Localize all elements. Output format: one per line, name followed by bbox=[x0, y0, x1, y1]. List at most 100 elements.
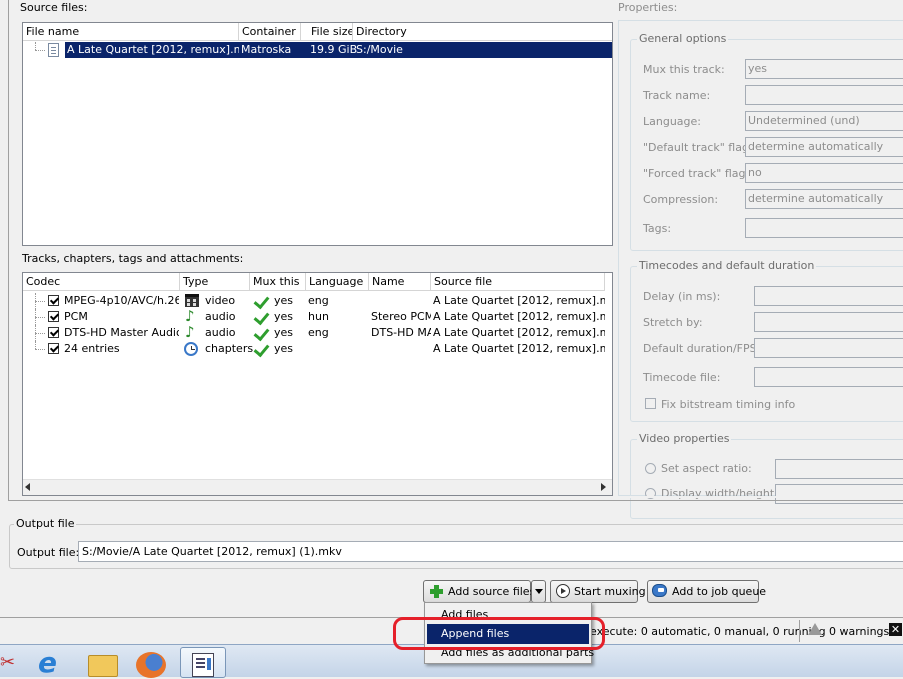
col-container[interactable]: Container bbox=[239, 23, 301, 41]
track-mux: yes bbox=[274, 294, 294, 307]
warning-icon[interactable] bbox=[808, 623, 822, 635]
mkvmerge-taskbar-button[interactable] bbox=[180, 647, 226, 678]
video-properties-group: Video properties bbox=[630, 432, 903, 519]
window-icon bbox=[192, 653, 214, 677]
tags-input[interactable] bbox=[745, 218, 903, 238]
fix-bitstream-checkbox[interactable] bbox=[645, 398, 656, 409]
tracks-horizontal-scrollbar[interactable] bbox=[23, 479, 612, 495]
tracks-list[interactable]: Codec Type Mux this Language Name Source… bbox=[22, 272, 613, 496]
track-checkbox[interactable] bbox=[48, 295, 59, 306]
source-files-list[interactable]: File name Container File size Directory … bbox=[22, 22, 613, 246]
display-size-input[interactable] bbox=[775, 484, 903, 504]
firefox-icon[interactable] bbox=[136, 652, 166, 678]
track-name-label: Track name: bbox=[643, 89, 711, 102]
compression-label: Compression: bbox=[643, 193, 719, 206]
track-row[interactable]: 24 entries chapters yes A Late Quartet [… bbox=[23, 340, 612, 358]
chevron-down-icon bbox=[535, 589, 543, 594]
track-checkbox[interactable] bbox=[48, 311, 59, 322]
track-checkbox[interactable] bbox=[48, 327, 59, 338]
aspect-ratio-input[interactable] bbox=[775, 459, 903, 479]
track-language: eng bbox=[308, 326, 329, 339]
track-mux: yes bbox=[274, 310, 294, 323]
track-language: eng bbox=[308, 294, 329, 307]
plus-icon bbox=[430, 585, 443, 598]
forced-track-flag-label: "Forced track" flag: bbox=[643, 167, 750, 180]
track-row[interactable]: PCM ♪ audio yes hun Stereo PCM A Late Qu… bbox=[23, 308, 612, 326]
compression-select[interactable]: determine automatically bbox=[745, 189, 903, 209]
track-name bbox=[371, 341, 431, 357]
folder-icon[interactable] bbox=[88, 655, 118, 677]
track-name bbox=[371, 293, 431, 309]
col-name[interactable]: Name bbox=[369, 273, 431, 291]
add-source-dropdown-button[interactable] bbox=[531, 580, 546, 603]
stretch-by-label: Stretch by: bbox=[643, 316, 703, 329]
tracks-label: Tracks, chapters, tags and attachments: bbox=[22, 252, 244, 265]
scroll-right-icon[interactable] bbox=[601, 483, 606, 491]
col-file-name[interactable]: File name bbox=[23, 23, 239, 41]
col-language[interactable]: Language bbox=[306, 273, 369, 291]
track-type: chapters bbox=[205, 342, 254, 355]
track-type: audio bbox=[205, 326, 236, 339]
col-mux-this[interactable]: Mux this bbox=[250, 273, 306, 291]
properties-label: Properties: bbox=[618, 1, 678, 14]
music-note-icon: ♪ bbox=[185, 323, 195, 341]
film-icon bbox=[185, 294, 199, 307]
track-row[interactable]: DTS-HD Master Audio ♪ audio yes eng DTS-… bbox=[23, 323, 612, 342]
fix-bitstream-label: Fix bitstream timing info bbox=[661, 398, 796, 411]
check-icon bbox=[253, 340, 270, 358]
play-icon bbox=[556, 584, 570, 598]
col-source-file[interactable]: Source file bbox=[431, 273, 605, 291]
check-icon bbox=[253, 292, 270, 310]
aspect-ratio-label: Set aspect ratio: bbox=[661, 462, 752, 475]
delay-label: Delay (in ms): bbox=[643, 290, 721, 303]
language-label: Language: bbox=[643, 115, 701, 128]
source-file-directory: S:/Movie bbox=[356, 43, 403, 56]
col-directory[interactable]: Directory bbox=[353, 23, 612, 41]
highlight-annotation bbox=[393, 617, 605, 650]
track-language: hun bbox=[308, 310, 329, 323]
source-file-row[interactable]: A Late Quartet [2012, remux].mkv Matrosk… bbox=[23, 42, 612, 58]
col-file-size[interactable]: File size bbox=[301, 23, 353, 41]
track-row[interactable]: MPEG-4p10/AVC/h.264 video yes eng A Late… bbox=[23, 292, 612, 310]
mux-this-track-label: Mux this track: bbox=[643, 63, 725, 76]
track-mux: yes bbox=[274, 342, 294, 355]
track-source: A Late Quartet [2012, remux].mkv bbox=[433, 310, 605, 323]
close-icon[interactable]: ✕ bbox=[889, 623, 902, 636]
stretch-by-input[interactable] bbox=[754, 312, 903, 332]
track-codec: 24 entries bbox=[64, 342, 120, 355]
track-codec: MPEG-4p10/AVC/h.264 bbox=[64, 294, 179, 307]
track-codec: PCM bbox=[64, 310, 88, 323]
output-file-input[interactable]: S:/Movie/A Late Quartet [2012, remux] (1… bbox=[78, 541, 903, 562]
default-track-flag-select[interactable]: determine automatically bbox=[745, 137, 903, 157]
track-checkbox[interactable] bbox=[48, 343, 59, 354]
track-name: DTS-HD MA bbox=[371, 326, 431, 339]
scroll-left-icon[interactable] bbox=[25, 483, 30, 491]
track-source: A Late Quartet [2012, remux].mkv bbox=[433, 342, 605, 355]
job-queue-icon bbox=[652, 584, 667, 597]
check-icon bbox=[253, 308, 270, 326]
language-select[interactable]: Undetermined (und) bbox=[745, 111, 903, 131]
forced-track-flag-select[interactable]: no bbox=[745, 163, 903, 183]
output-file-label: Output file: bbox=[17, 546, 80, 559]
source-file-name: A Late Quartet [2012, remux].mkv bbox=[67, 43, 239, 56]
source-file-size: 19.9 GiB bbox=[310, 43, 358, 56]
internet-explorer-icon[interactable]: e bbox=[38, 649, 66, 677]
track-source: A Late Quartet [2012, remux].mkv bbox=[433, 326, 605, 339]
track-mux: yes bbox=[274, 326, 294, 339]
delay-input[interactable] bbox=[754, 286, 903, 306]
display-size-label: Display width/height: bbox=[661, 487, 778, 500]
track-codec: DTS-HD Master Audio bbox=[64, 326, 179, 339]
track-name: Stereo PCM bbox=[371, 310, 431, 323]
track-name-input[interactable] bbox=[745, 85, 903, 105]
job-status-text: execute: 0 automatic, 0 manual, 0 runnin… bbox=[590, 625, 826, 638]
timecode-file-input[interactable] bbox=[754, 367, 903, 387]
warnings-count[interactable]: 0 warnings bbox=[829, 625, 889, 638]
col-type[interactable]: Type bbox=[180, 273, 250, 291]
aspect-ratio-radio[interactable] bbox=[645, 463, 656, 474]
default-duration-input[interactable] bbox=[754, 338, 903, 358]
track-type: audio bbox=[205, 310, 236, 323]
col-codec[interactable]: Codec bbox=[23, 273, 180, 291]
clock-icon bbox=[184, 342, 198, 356]
tools-icon[interactable]: ✂ bbox=[0, 653, 16, 673]
mux-this-track-select[interactable]: yes bbox=[745, 59, 903, 79]
